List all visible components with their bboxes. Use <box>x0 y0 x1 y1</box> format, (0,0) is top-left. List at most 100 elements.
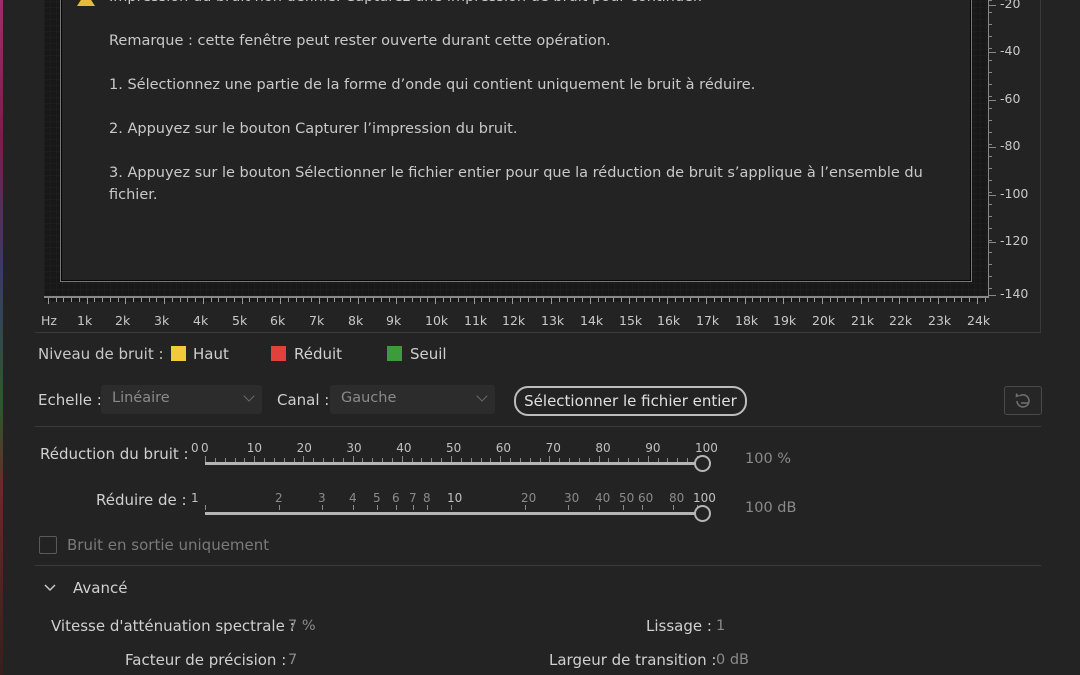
hz-minor-tick <box>327 298 328 302</box>
reduce-by-tick <box>396 505 397 510</box>
db-minor-tick <box>988 216 992 217</box>
hz-minor-tick <box>884 298 885 302</box>
channel-value: Gauche <box>341 390 397 406</box>
hz-major-tick <box>977 298 978 304</box>
transition-width-label: Largeur de transition : <box>549 651 717 669</box>
scale-dropdown[interactable]: Linéaire <box>101 385 262 414</box>
hz-tick-label: 5k <box>232 313 248 328</box>
hz-minor-tick <box>404 298 405 302</box>
hz-tick-label: 22k <box>889 313 913 328</box>
advanced-section-toggle[interactable]: Avancé <box>73 579 127 597</box>
spectral-decay-label: Vitesse d'atténuation spectrale : <box>51 617 295 635</box>
precision-factor-value[interactable]: 7 <box>288 652 297 668</box>
hz-minor-tick <box>195 298 196 302</box>
reduce-by-slider-track[interactable] <box>205 512 697 515</box>
hz-major-tick <box>783 298 784 304</box>
divider <box>35 565 1041 566</box>
hz-minor-tick <box>296 298 297 302</box>
noise-reduction-value[interactable]: 100 % <box>745 451 791 467</box>
hz-minor-tick <box>234 298 235 302</box>
hz-tick-label: 13k <box>541 313 565 328</box>
legend-swatch-high <box>171 346 186 361</box>
hz-minor-tick <box>652 298 653 302</box>
reduce-by-tick <box>279 505 280 510</box>
reduce-by-value[interactable]: 100 dB <box>745 500 796 516</box>
hz-major-tick <box>435 298 436 304</box>
hz-minor-tick <box>257 298 258 302</box>
reset-button[interactable] <box>1004 386 1042 415</box>
smoothing-label: Lissage : <box>646 617 712 635</box>
reduce-by-tick <box>205 505 206 510</box>
hz-ruler <box>44 296 988 298</box>
hz-minor-tick <box>350 298 351 302</box>
db-tick-label: -60 <box>1000 91 1021 106</box>
db-minor-tick <box>988 252 992 253</box>
reduce-by-tick <box>322 505 323 510</box>
hz-tick-label: 14k <box>580 313 604 328</box>
noise-reduction-tick-label: 30 <box>346 441 362 455</box>
db-minor-tick <box>988 204 992 205</box>
hz-major-tick <box>164 298 165 304</box>
hz-minor-tick <box>427 298 428 302</box>
hz-minor-tick <box>636 298 637 302</box>
hz-minor-tick <box>56 298 57 302</box>
db-minor-tick <box>988 156 992 157</box>
precision-factor-label: Facteur de précision : <box>125 651 287 669</box>
hz-minor-tick <box>698 298 699 302</box>
hz-major-tick <box>319 298 320 304</box>
hz-tick-label: 23k <box>928 313 952 328</box>
reduce-by-tick <box>673 505 674 510</box>
reduce-by-tick-label: 100 <box>693 491 716 505</box>
hz-tick-label: 21k <box>851 313 875 328</box>
reduce-by-tick <box>451 505 452 510</box>
hz-minor-tick <box>249 298 250 302</box>
reduce-by-tick-label: 50 <box>619 491 635 505</box>
hz-minor-tick <box>71 298 72 302</box>
select-entire-file-button[interactable]: Sélectionner le fichier entier <box>514 386 747 416</box>
noise-print-message-box: Impression du bruit non définie. Capture… <box>61 0 971 281</box>
hz-minor-tick <box>721 298 722 302</box>
hz-minor-tick <box>536 298 537 302</box>
channel-dropdown[interactable]: Gauche <box>330 385 495 414</box>
hz-minor-tick <box>520 298 521 302</box>
hz-minor-tick <box>373 298 374 302</box>
reduce-by-tick-label: 6 <box>392 491 400 505</box>
hz-minor-tick <box>729 298 730 302</box>
reduce-by-tick-label: 1 <box>191 491 199 505</box>
chevron-down-icon[interactable] <box>44 583 56 593</box>
reduce-by-tick-label: 5 <box>373 491 381 505</box>
hz-minor-tick <box>149 298 150 302</box>
message-step-1: 1. Sélectionnez une partie de la forme d… <box>109 77 756 93</box>
spectral-decay-value[interactable]: 7 % <box>288 618 316 634</box>
hz-minor-tick <box>187 298 188 302</box>
hz-minor-tick <box>907 298 908 302</box>
reduce-by-tick <box>623 505 624 510</box>
hz-tick-label: 17k <box>696 313 720 328</box>
hz-minor-tick <box>876 298 877 302</box>
noise-reduction-slider-thumb[interactable] <box>694 455 711 472</box>
hz-tick-label: Hz <box>41 313 57 328</box>
hz-minor-tick <box>605 298 606 302</box>
noise-reduction-tick-label: 10 <box>246 441 263 455</box>
hz-tick-label: 6k <box>270 313 286 328</box>
hz-minor-tick <box>466 298 467 302</box>
output-noise-only-checkbox[interactable] <box>39 536 57 554</box>
output-noise-only-label: Bruit en sortie uniquement <box>67 536 270 554</box>
hz-minor-tick <box>458 298 459 302</box>
smoothing-value[interactable]: 1 <box>716 618 725 634</box>
hz-minor-tick <box>443 298 444 302</box>
hz-minor-tick <box>450 298 451 302</box>
hz-tick-label: 24k <box>967 313 991 328</box>
noise-reduction-slider-track[interactable] <box>205 462 697 465</box>
hz-major-tick <box>861 298 862 304</box>
hz-tick-label: 8k <box>348 313 364 328</box>
db-minor-tick <box>988 24 992 25</box>
hz-minor-tick <box>574 298 575 302</box>
reduce-by-slider-thumb[interactable] <box>694 505 711 522</box>
legend-swatch-threshold <box>387 346 402 361</box>
db-tick-label: -100 <box>1000 186 1029 201</box>
hz-major-tick <box>706 298 707 304</box>
transition-width-value[interactable]: 0 dB <box>716 652 749 668</box>
hz-minor-tick <box>930 298 931 302</box>
hz-minor-tick <box>110 298 111 302</box>
